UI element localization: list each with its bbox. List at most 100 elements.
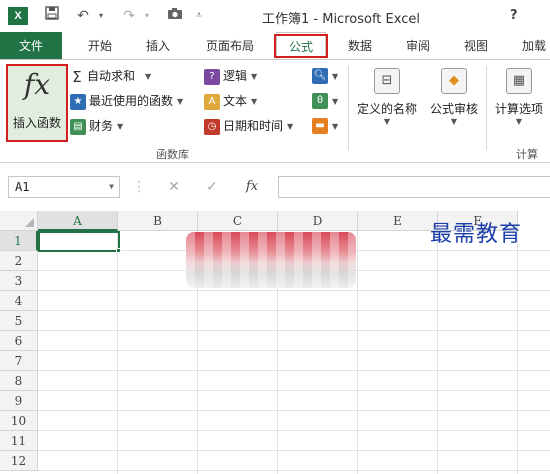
excel-logo-icon: X (8, 7, 28, 25)
tab-addins[interactable]: 加载 (512, 32, 550, 60)
insert-function-button[interactable]: fx 插入函数 (6, 64, 68, 142)
name-manager-icon: ⊟ (374, 68, 400, 94)
tab-page-layout[interactable]: 页面布局 (196, 32, 264, 60)
tab-file[interactable]: 文件 (0, 32, 62, 60)
customize-qat-icon[interactable]: ⩡ (192, 6, 206, 26)
row-header[interactable]: 11 (0, 431, 38, 451)
row-header[interactable]: 5 (0, 311, 38, 331)
recently-used-button[interactable]: ★ 最近使用的函数 ▼ (70, 91, 183, 111)
gridline-horizontal (38, 430, 550, 431)
chevron-down-icon[interactable]: ▼ (109, 177, 114, 197)
cancel-icon[interactable]: ✕ (164, 177, 184, 197)
chevron-down-icon: ▼ (251, 96, 258, 106)
gridline-horizontal (38, 410, 550, 411)
camera-icon[interactable] (164, 6, 186, 26)
gridline-horizontal (38, 350, 550, 351)
gridline-vertical (357, 231, 358, 474)
row-header[interactable]: 9 (0, 391, 38, 411)
gridline-vertical (437, 231, 438, 474)
row-header[interactable]: 6 (0, 331, 38, 351)
undo-icon[interactable]: ↶ (72, 6, 94, 26)
formula-auditing-button[interactable]: ◆ 公式审核 ▼ (424, 64, 484, 142)
column-header[interactable]: C (198, 211, 278, 231)
formula-input[interactable] (278, 176, 550, 198)
more-functions-icon[interactable]: ▬ (312, 118, 328, 134)
ribbon-tabs: 文件 开始 插入 页面布局 公式 数据 审阅 视图 加载 (0, 32, 550, 60)
row-header[interactable]: 12 (0, 451, 38, 471)
chevron-down-icon: ▼ (332, 97, 339, 106)
row-header[interactable]: 3 (0, 271, 38, 291)
chevron-down-icon: ▼ (383, 117, 391, 126)
autosum-label: 自动求和 (87, 69, 136, 83)
lookup-reference-icon[interactable]: 🔍︎ (312, 68, 328, 84)
column-header[interactable]: B (118, 211, 198, 231)
logical-label: 逻辑 (223, 69, 248, 83)
column-header[interactable]: D (278, 211, 358, 231)
gridline-horizontal (38, 330, 550, 331)
ribbon-formulas: fx 插入函数 Σ 自动求和 ▼ ★ 最近使用的函数 ▼ ▤ 财务 ▼ ? 逻辑 ▼ A 文本 ▼ … (0, 59, 550, 163)
tab-data[interactable]: 数据 (336, 32, 384, 60)
redo-dropdown-icon[interactable]: ▾ (142, 6, 152, 26)
text-label: 文本 (223, 94, 248, 108)
undo-dropdown-icon[interactable]: ▾ (96, 6, 106, 26)
row-header[interactable]: 4 (0, 291, 38, 311)
spreadsheet-grid[interactable]: A B C D E F 1 2 3 4 5 6 7 8 9 10 11 12 (0, 211, 550, 474)
calculation-group-label: 计算 (516, 148, 538, 161)
logical-button[interactable]: ? 逻辑 ▼ (204, 66, 257, 86)
tab-view[interactable]: 视图 (452, 32, 500, 60)
autosum-button[interactable]: Σ 自动求和 ▼ (70, 66, 151, 86)
column-header[interactable]: E (358, 211, 438, 231)
name-box[interactable]: A1 ▼ (8, 176, 120, 198)
excel-window: X ↶ ▾ ↷ ▾ ⩡ 工作簿1 - Microsoft Excel ? 文件 … (0, 0, 550, 474)
tab-insert[interactable]: 插入 (134, 32, 182, 60)
insert-function-icon[interactable]: fx (240, 177, 264, 197)
clock-icon: ◷ (204, 118, 220, 135)
column-header[interactable]: A (38, 211, 118, 231)
financial-label: 财务 (89, 119, 114, 133)
row-header[interactable]: 10 (0, 411, 38, 431)
formula-auditing-label: 公式审核 (429, 102, 478, 116)
defined-names-label: 定义的名称 (356, 102, 417, 116)
save-icon[interactable] (42, 6, 62, 26)
row-header[interactable]: 2 (0, 251, 38, 271)
datetime-button[interactable]: ◷ 日期和时间 ▼ (204, 116, 293, 136)
enter-icon[interactable]: ✓ (202, 177, 222, 197)
text-functions-button[interactable]: A 文本 ▼ (204, 91, 257, 111)
tab-formulas[interactable]: 公式 (276, 32, 326, 60)
sigma-icon: Σ (72, 67, 82, 86)
math-trig-icon[interactable]: θ (312, 93, 328, 109)
ribbon-separator (486, 66, 487, 150)
row-header[interactable]: 1 (0, 231, 38, 251)
fill-handle[interactable] (116, 248, 121, 253)
row-header[interactable]: 7 (0, 351, 38, 371)
function-library-group-label: 函数库 (156, 148, 189, 161)
drag-handle-icon[interactable]: ⋮ (132, 177, 146, 197)
redo-icon[interactable]: ↷ (118, 6, 140, 26)
chevron-down-icon: ▼ (177, 96, 184, 106)
gridline-vertical (517, 231, 518, 474)
defined-names-button[interactable]: ⊟ 定义的名称 ▼ (352, 64, 422, 142)
help-icon[interactable]: ? (510, 8, 518, 23)
name-box-value: A1 (15, 180, 30, 194)
recently-used-label: 最近使用的函数 (89, 94, 174, 108)
chevron-down-icon: ▼ (145, 71, 152, 81)
calc-options-button[interactable]: ▦ 计算选项 ▼ (488, 64, 550, 142)
row-header[interactable]: 8 (0, 371, 38, 391)
chevron-down-icon: ▼ (332, 122, 339, 131)
trace-precedents-icon: ◆ (441, 68, 467, 94)
chevron-down-icon: ▼ (287, 121, 294, 131)
insert-function-label: 插入函数 (12, 116, 61, 130)
active-cell-a1[interactable] (38, 231, 120, 252)
gridline-horizontal (38, 310, 550, 311)
financial-button[interactable]: ▤ 财务 ▼ (70, 116, 123, 136)
logical-icon: ? (204, 68, 220, 85)
gridline-horizontal (38, 450, 550, 451)
fx-icon: fx (23, 68, 51, 101)
tab-review[interactable]: 审阅 (394, 32, 442, 60)
chevron-down-icon: ▼ (251, 71, 258, 81)
select-all-corner[interactable] (0, 211, 38, 231)
tab-home[interactable]: 开始 (74, 32, 126, 60)
gridline-horizontal (38, 290, 550, 291)
datetime-label: 日期和时间 (223, 119, 284, 133)
gridline-horizontal (38, 370, 550, 371)
